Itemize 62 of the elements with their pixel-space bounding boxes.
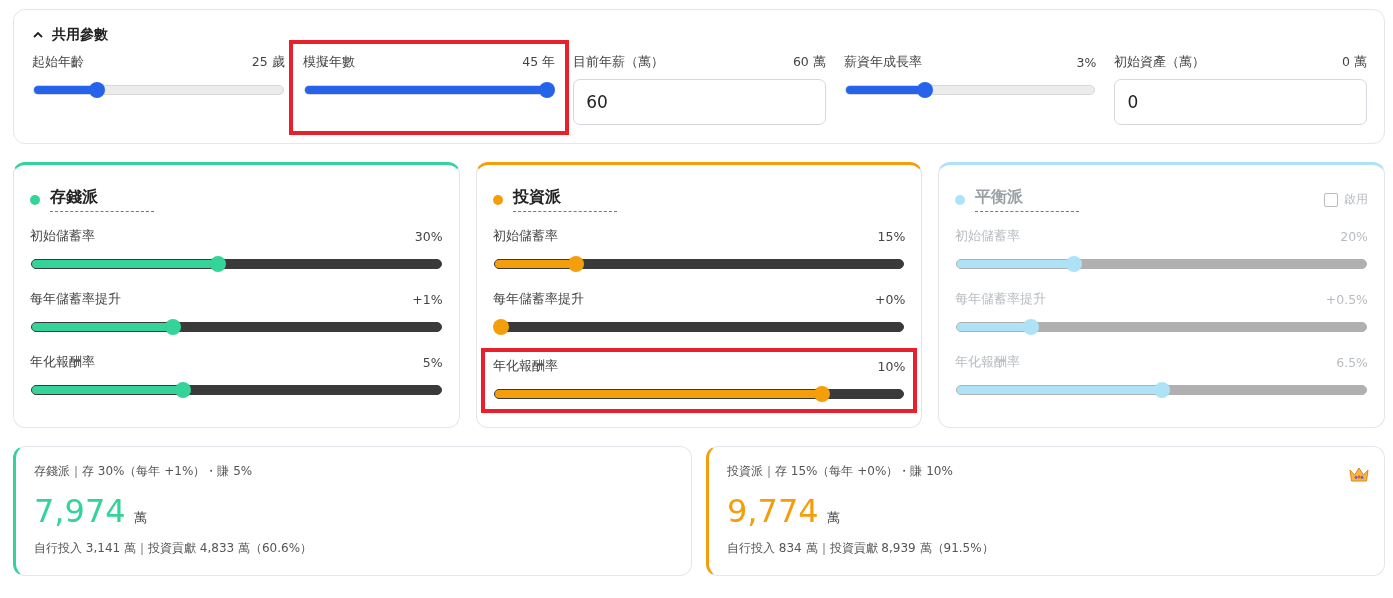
slider-thumb[interactable] bbox=[568, 256, 584, 272]
slider-value: +0.5% bbox=[1325, 292, 1368, 307]
param-label: 目前年薪（萬） bbox=[573, 54, 665, 71]
slider-label: 年化報酬率 bbox=[492, 358, 558, 375]
param-value: 3% bbox=[1076, 55, 1097, 70]
slider-thumb[interactable] bbox=[210, 256, 227, 272]
result-detail: 自行投入 3,141 萬｜投資貢獻 4,833 萬（60.6%） bbox=[34, 540, 314, 557]
slider-thumb[interactable] bbox=[539, 82, 556, 98]
param-label: 起始年齡 bbox=[32, 54, 84, 71]
slider[interactable] bbox=[955, 318, 1368, 336]
slider-value: 10% bbox=[877, 359, 906, 374]
input-field[interactable]: 60 bbox=[573, 79, 826, 125]
slider[interactable] bbox=[30, 255, 443, 273]
slider-value: 15% bbox=[877, 229, 906, 244]
slider-label: 年化報酬率 bbox=[30, 354, 95, 371]
slider-value: +0% bbox=[875, 292, 906, 307]
strategy-title: 平衡派 bbox=[975, 187, 1080, 212]
slider-label: 初始儲蓄率 bbox=[955, 228, 1021, 245]
slider-thumb[interactable] bbox=[164, 319, 181, 335]
slider-thumb[interactable] bbox=[1022, 319, 1039, 335]
slider-value: 30% bbox=[414, 229, 443, 244]
param-label: 薪資年成長率 bbox=[843, 54, 922, 71]
slider-value: 20% bbox=[1340, 229, 1368, 244]
input-field[interactable]: 0 bbox=[1114, 79, 1367, 125]
slider[interactable] bbox=[955, 381, 1368, 399]
slider[interactable] bbox=[492, 318, 906, 336]
slider[interactable] bbox=[955, 255, 1368, 273]
slider-thumb[interactable] bbox=[88, 82, 105, 98]
result-total: 9,774 bbox=[727, 492, 819, 530]
slider-value: +1% bbox=[412, 292, 443, 307]
slider-value: 6.5% bbox=[1336, 355, 1368, 370]
slider-label: 年化報酬率 bbox=[955, 354, 1021, 371]
slider-label: 每年儲蓄率提升 bbox=[492, 291, 584, 308]
slider-label: 每年儲蓄率提升 bbox=[955, 291, 1047, 308]
slider-thumb[interactable] bbox=[1066, 256, 1083, 272]
result-summary: 投資派｜存 15%（每年 +0%）・賺 10% bbox=[727, 463, 954, 480]
slider-label: 初始儲蓄率 bbox=[30, 228, 95, 245]
slider-thumb[interactable] bbox=[1153, 382, 1170, 398]
slider-thumb[interactable] bbox=[174, 382, 191, 398]
param-value: 0 萬 bbox=[1342, 54, 1367, 71]
param-label: 模擬年數 bbox=[302, 54, 355, 71]
result-unit: 萬 bbox=[133, 509, 147, 527]
param-value: 45 年 bbox=[522, 54, 556, 71]
param-value: 60 萬 bbox=[792, 54, 826, 71]
slider[interactable] bbox=[30, 318, 443, 336]
slider-value: 5% bbox=[422, 355, 443, 370]
result-summary: 存錢派｜存 30%（每年 +1%）・賺 5% bbox=[34, 463, 254, 480]
result-total: 7,974 bbox=[34, 492, 126, 530]
slider-label: 每年儲蓄率提升 bbox=[30, 291, 121, 308]
strategy-title: 存錢派 bbox=[50, 187, 154, 212]
slider-thumb[interactable] bbox=[917, 82, 934, 98]
strategy-title: 投資派 bbox=[512, 187, 617, 212]
result-unit: 萬 bbox=[826, 509, 840, 527]
slider[interactable] bbox=[30, 381, 443, 399]
slider-label: 初始儲蓄率 bbox=[492, 228, 558, 245]
slider-thumb[interactable] bbox=[813, 386, 830, 402]
slider[interactable] bbox=[32, 81, 285, 99]
slider-thumb[interactable] bbox=[492, 319, 509, 335]
section-title: 共用參數 bbox=[52, 26, 108, 44]
param-value: 25 歲 bbox=[251, 54, 285, 71]
result-detail: 自行投入 834 萬｜投資貢獻 8,939 萬（91.5%） bbox=[727, 540, 995, 557]
param-label: 初始資產（萬） bbox=[1114, 54, 1206, 71]
